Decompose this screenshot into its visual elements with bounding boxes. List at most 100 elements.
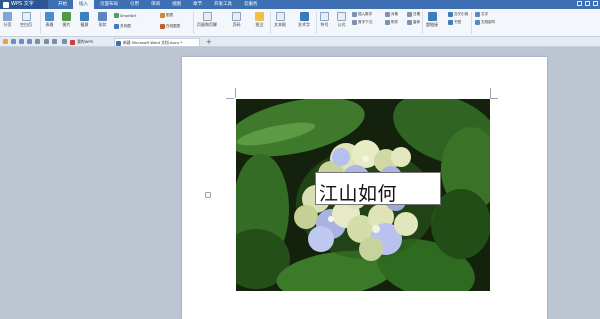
online-chart-icon (160, 24, 165, 29)
menu-tabs: 开始 插入 页面布局 引用 审阅 视图 章节 开发工具 云服务 (52, 0, 264, 9)
bookmark-button[interactable]: 书签 (448, 20, 461, 25)
print-preview-icon[interactable] (27, 39, 32, 44)
crop-mark (235, 88, 236, 98)
menu-tab-cloud[interactable]: 云服务 (238, 0, 264, 9)
comment-button[interactable]: 批注 (255, 12, 264, 28)
print-icon[interactable] (19, 39, 24, 44)
minimize-icon[interactable] (577, 1, 582, 6)
table-button[interactable]: 表格 (45, 12, 54, 28)
symbol-button[interactable]: 符号 (320, 12, 329, 28)
page-break-button[interactable]: 分页 (3, 12, 12, 28)
textbox-button[interactable]: 文本框 (274, 12, 286, 28)
ribbon-separator (471, 12, 472, 34)
hyperlink-button[interactable]: 超链接 (426, 12, 438, 28)
tab-my-wps[interactable]: 我的WPS (69, 38, 113, 46)
paperclip-icon (385, 20, 390, 25)
window-controls (577, 1, 598, 6)
text-parts-button[interactable]: 文档部件 (475, 20, 495, 25)
menu-tab-insert[interactable]: 插入 (73, 0, 94, 9)
app-name: WPS 文字 (11, 1, 34, 7)
bookmark-icon (448, 20, 453, 25)
blank-page-button[interactable]: 空白页 (20, 12, 32, 28)
tab-document[interactable]: 新建 Microsoft Word 文档.docx * (114, 38, 200, 46)
ribbon-separator (193, 12, 194, 34)
link-icon (427, 12, 437, 21)
wordart-icon (299, 12, 309, 21)
form-icon (407, 20, 412, 25)
header-footer-icon (202, 12, 212, 21)
new-tab-button[interactable]: + (206, 37, 212, 47)
doc-parts-button[interactable]: 文字 (475, 12, 488, 17)
textbox-icon (275, 12, 285, 21)
drop-cap-button[interactable]: 首字下沉 (352, 20, 372, 25)
comment-icon (255, 12, 264, 21)
cross-reference-button[interactable]: 交叉引用 (448, 12, 468, 17)
picture-button[interactable]: 图片 (62, 12, 71, 28)
picture-icon (62, 12, 71, 21)
form-button[interactable]: 窗体 (407, 20, 420, 25)
menu-tab-page-layout[interactable]: 页面布局 (94, 0, 124, 9)
wps-home-icon (70, 39, 75, 45)
object-icon (385, 12, 390, 17)
page-break-icon (3, 12, 12, 21)
ribbon-separator (422, 12, 423, 34)
paragraph-mark-icon (205, 192, 211, 198)
chart-button[interactable]: 图表 (160, 13, 173, 18)
menu-tab-home[interactable]: 开始 (52, 0, 73, 9)
maximize-icon[interactable] (585, 1, 590, 6)
close-icon[interactable] (593, 1, 598, 6)
chart-icon (160, 13, 165, 18)
attachment-button[interactable]: 附件 (385, 20, 398, 25)
relationship-icon (114, 24, 119, 29)
text-parts-icon (475, 20, 480, 25)
open-folder-icon[interactable] (3, 39, 8, 44)
number-icon (352, 12, 357, 17)
cross-reference-icon (448, 12, 453, 17)
smartart-button[interactable]: SmartArt (114, 13, 136, 18)
object-button[interactable]: 对象 (385, 12, 398, 17)
ribbon-separator (40, 12, 41, 34)
table-icon (45, 12, 54, 21)
relationship-button[interactable]: 关系图 (114, 24, 131, 29)
scissors-icon (80, 12, 89, 21)
equation-button[interactable]: 公式 (337, 12, 346, 28)
ribbon-insert: 分页 空白页 表格 图片 截屏 形状 SmartArt 图表 关系图 在线图表 … (0, 9, 600, 37)
format-painter-icon[interactable] (35, 39, 40, 44)
chevron-down-icon[interactable] (62, 39, 67, 44)
text-box-content[interactable]: 江山如何 (319, 179, 397, 206)
menu-tab-developer[interactable]: 开发工具 (208, 0, 238, 9)
menu-tab-section[interactable]: 章节 (187, 0, 208, 9)
online-chart-button[interactable]: 在线图表 (160, 24, 180, 29)
pi-icon (337, 12, 346, 21)
calendar-icon (407, 12, 412, 17)
shapes-button[interactable]: 形状 (98, 12, 107, 28)
text-box[interactable]: 江山如何 (315, 172, 441, 205)
insert-number-button[interactable]: 插入数字 (352, 12, 372, 17)
doc-parts-icon (475, 12, 480, 17)
blank-page-icon (21, 12, 31, 21)
ribbon-separator (316, 12, 317, 34)
omega-icon (320, 12, 329, 21)
menu-tab-view[interactable]: 视图 (166, 0, 187, 9)
undo-icon[interactable] (44, 39, 49, 44)
smartart-icon (114, 13, 119, 18)
crop-mark (226, 98, 234, 99)
app-menu-button[interactable]: WPS 文字 (0, 0, 48, 9)
crop-mark (490, 98, 498, 99)
header-footer-button[interactable]: 页眉和页脚 (197, 12, 217, 28)
menubar: WPS 文字 开始 插入 页面布局 引用 审阅 视图 章节 开发工具 云服务 (0, 0, 600, 9)
word-doc-icon (116, 40, 121, 46)
date-button[interactable]: 日期 (407, 12, 420, 17)
redo-icon[interactable] (52, 39, 57, 44)
ribbon-separator (270, 12, 271, 34)
wordart-button[interactable]: 艺术字 (298, 12, 310, 28)
save-icon[interactable] (11, 39, 16, 44)
screenshot-button[interactable]: 截屏 (80, 12, 89, 28)
page-number-button[interactable]: 页码 (232, 12, 241, 28)
shapes-icon (98, 12, 107, 21)
crop-mark (490, 88, 491, 98)
menu-tab-references[interactable]: 引用 (124, 0, 145, 9)
wps-logo-icon (3, 1, 9, 8)
menu-tab-review[interactable]: 审阅 (145, 0, 166, 9)
page-number-icon (232, 12, 241, 21)
